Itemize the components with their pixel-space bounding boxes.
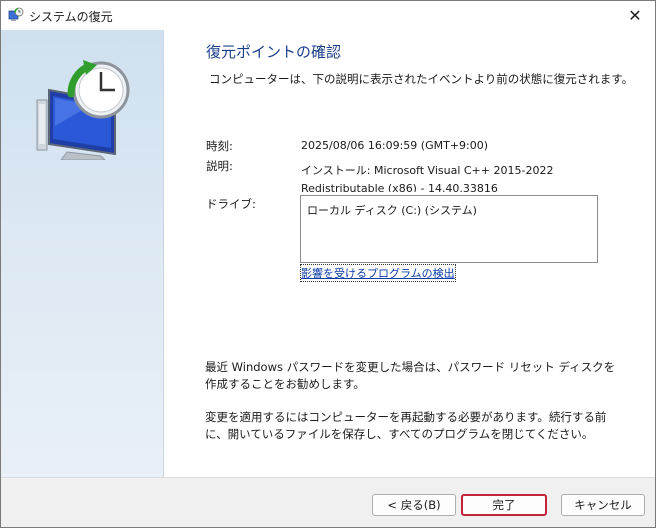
system-restore-icon xyxy=(8,7,24,23)
list-item: ローカル ディスク (C:) (システム) xyxy=(307,204,477,217)
intro-text: コンピューターは、下の説明に表示されたイベントより前の状態に復元されます。 xyxy=(209,72,634,86)
finish-button[interactable]: 完了 xyxy=(461,494,547,516)
time-value: 2025/08/06 16:09:59 (GMT+9:00) xyxy=(301,139,489,152)
back-button[interactable]: < 戻る(B) xyxy=(372,494,456,516)
drives-label: ドライブ: xyxy=(206,197,256,211)
main-content: 復元ポイントの確認 コンピューターは、下の説明に表示されたイベントより前の状態に… xyxy=(164,30,655,477)
close-icon: ✕ xyxy=(628,6,642,25)
affected-programs-link[interactable]: 影響を受けるプログラムの検出 xyxy=(300,264,456,282)
time-label: 時刻: xyxy=(206,139,233,153)
left-decorative-panel xyxy=(1,30,164,477)
system-restore-window: システムの復元 ✕ 復元ポイントの確認 コンピューターは、下の説明に表示されたイ… xyxy=(0,0,656,528)
button-bar: < 戻る(B) 完了 キャンセル xyxy=(1,477,655,527)
window-title: システムの復元 xyxy=(29,10,113,24)
restart-note: 変更を適用するにはコンピューターを再起動する必要があります。続行する前に、開いて… xyxy=(205,410,607,441)
password-note: 最近 Windows パスワードを変更した場合は、パスワード リセット ディスク… xyxy=(205,360,616,391)
cancel-button[interactable]: キャンセル xyxy=(561,494,645,516)
title-bar: システムの復元 ✕ xyxy=(1,1,655,30)
page-title: 復元ポイントの確認 xyxy=(206,43,342,61)
description-label: 説明: xyxy=(206,159,233,173)
close-button[interactable]: ✕ xyxy=(615,1,655,30)
drives-list: ローカル ディスク (C:) (システム) xyxy=(300,195,598,263)
description-value: インストール: Microsoft Visual C++ 2015-2022 R… xyxy=(301,164,554,192)
system-restore-monitor-clock-icon xyxy=(31,56,135,163)
